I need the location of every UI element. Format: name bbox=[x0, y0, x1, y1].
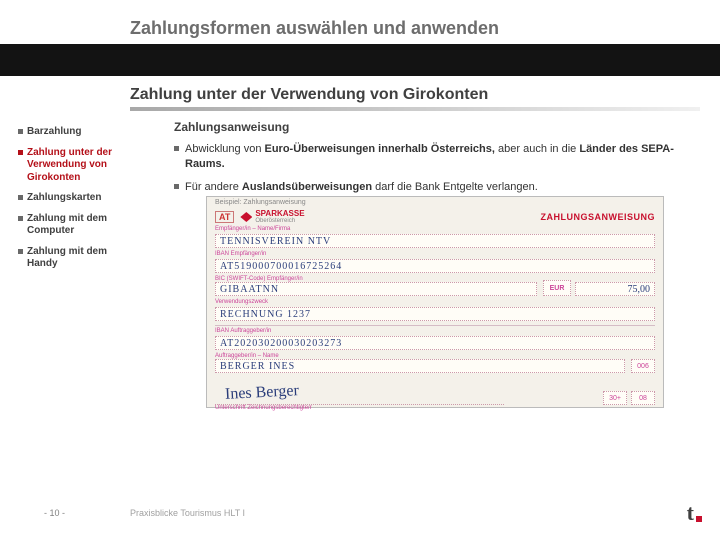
sidebar-item-barzahlung: Barzahlung bbox=[18, 126, 120, 139]
tiny-box: 08 bbox=[631, 391, 655, 405]
content-body: Abwicklung von Euro-Überweisungen innerh… bbox=[174, 142, 694, 203]
payer-field: BERGER INES bbox=[215, 359, 625, 373]
page-number: - 10 - bbox=[44, 508, 65, 518]
bullet-text: Abwicklung von Euro-Überweisungen innerh… bbox=[185, 142, 694, 172]
sidebar-item-computer: Zahlung mit dem Computer bbox=[18, 213, 120, 238]
footer-text: Praxisblicke Tourismus HLT I bbox=[130, 508, 245, 518]
square-bullet-icon bbox=[18, 195, 23, 200]
square-bullet-icon bbox=[18, 249, 23, 254]
form-header: AT SPARKASSE Oberösterreich ZAHLUNGSANWE… bbox=[207, 206, 663, 226]
bullet-row: Abwicklung von Euro-Überweisungen innerh… bbox=[174, 142, 694, 172]
form-separator bbox=[215, 325, 655, 326]
bullet-row: Für andere Auslandsüberweisungen darf di… bbox=[174, 180, 694, 195]
signature: Ines Berger bbox=[225, 382, 300, 404]
bullet-text: Für andere Auslandsüberweisungen darf di… bbox=[185, 180, 538, 195]
sidebar-item-handy: Zahlung mit dem Handy bbox=[18, 246, 120, 271]
sidebar-item-girokonten: Zahlung unter der Verwendung von Girokon… bbox=[18, 147, 120, 185]
field-caption: Verwendungszweck bbox=[207, 299, 663, 305]
brand-letter: t bbox=[687, 500, 694, 526]
content-section-title: Zahlungsanweisung bbox=[174, 120, 289, 134]
bank-region: Oberösterreich bbox=[255, 218, 304, 224]
field-caption: IBAN Empfänger/in bbox=[207, 251, 663, 257]
sidebar-item-label: Zahlungskarten bbox=[27, 192, 101, 205]
purpose-field: RECHNUNG 1237 bbox=[215, 307, 655, 321]
bic-field: GIBAATNN bbox=[215, 282, 537, 296]
field-caption: IBAN Auftraggeber/in bbox=[207, 328, 663, 334]
tiny-box: 30+ bbox=[603, 391, 627, 405]
country-code: AT bbox=[215, 211, 234, 223]
payer-row: Auftraggeber/in – Name BERGER INES 006 bbox=[215, 353, 655, 373]
signature-box: Ines Berger bbox=[215, 376, 504, 405]
form-doc-title: ZAHLUNGSANWEISUNG bbox=[541, 212, 656, 222]
payment-form-example: Beispiel: Zahlungsanweisung AT SPARKASSE… bbox=[206, 196, 664, 408]
sidebar-item-label: Zahlung mit dem Computer bbox=[27, 213, 120, 238]
sidebar-item-label: Zahlung mit dem Handy bbox=[27, 246, 120, 271]
field-caption: Empfänger/in – Name/Firma bbox=[207, 226, 663, 232]
slide-subtitle: Zahlung unter der Verwendung von Girokon… bbox=[130, 86, 488, 104]
signature-row: Ines Berger 30+ 08 bbox=[215, 376, 655, 405]
iban-payer-field: AT202030200030203273 bbox=[215, 336, 655, 350]
sidebar-item-label: Zahlung unter der Verwendung von Girokon… bbox=[27, 147, 120, 185]
recipient-field: TENNISVEREIN NTV bbox=[215, 234, 655, 248]
bank-logo: SPARKASSE Oberösterreich bbox=[240, 210, 304, 224]
form-caption: Beispiel: Zahlungsanweisung bbox=[207, 197, 663, 206]
sidebar: Barzahlung Zahlung unter der Verwendung … bbox=[18, 126, 120, 279]
square-bullet-icon bbox=[174, 184, 179, 189]
sidebar-item-label: Barzahlung bbox=[27, 126, 81, 139]
brand-logo: t bbox=[687, 500, 702, 526]
dark-band bbox=[0, 44, 720, 76]
brand-dot-icon bbox=[696, 516, 702, 522]
currency-label: EUR bbox=[543, 280, 571, 296]
signature-caption: Unterschrift Zeichnungsberechtigte/r bbox=[207, 405, 663, 411]
sparkasse-icon bbox=[240, 212, 252, 222]
iban-recipient-field: AT519000700016725264 bbox=[215, 259, 655, 273]
square-bullet-icon bbox=[18, 150, 23, 155]
square-bullet-icon bbox=[18, 129, 23, 134]
bank-name: SPARKASSE bbox=[255, 210, 304, 218]
square-bullet-icon bbox=[18, 216, 23, 221]
amount-field: 75,00 bbox=[575, 282, 655, 296]
slide-title: Zahlungsformen auswählen und anwenden bbox=[130, 18, 499, 39]
subtitle-underline bbox=[130, 107, 700, 111]
sidebar-item-zahlungskarten: Zahlungskarten bbox=[18, 192, 120, 205]
code-box: 006 bbox=[631, 359, 655, 373]
bic-amount-row: BIC (SWIFT-Code) Empfänger/in GIBAATNN E… bbox=[215, 276, 655, 296]
slide-root: Zahlungsformen auswählen und anwenden Za… bbox=[0, 0, 720, 540]
square-bullet-icon bbox=[174, 146, 179, 151]
